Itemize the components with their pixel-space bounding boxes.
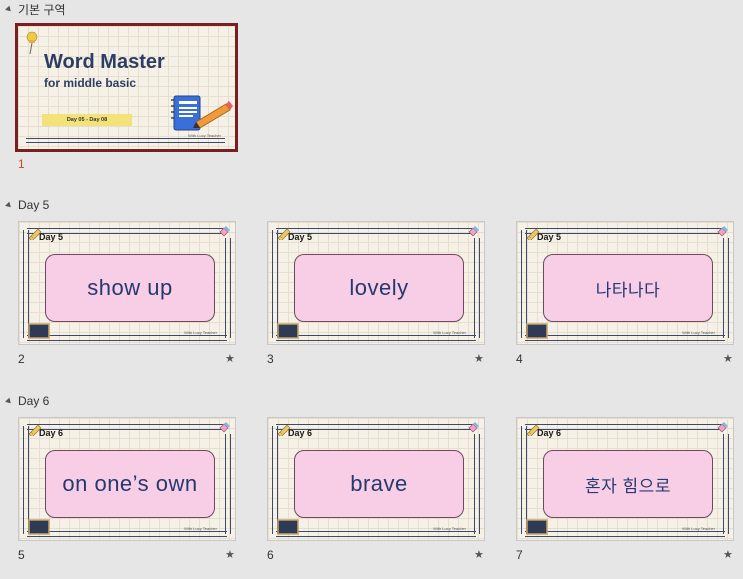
section-header-day5[interactable]: Day 5 <box>5 197 50 213</box>
day-label: Day 5 <box>537 232 562 242</box>
frame-border <box>521 426 527 534</box>
slide-thumbnail-2[interactable]: Day 5 show up With Lucy Teacher <box>18 221 236 345</box>
credit-text: With Lucy Teacher <box>682 526 715 531</box>
eraser-icon <box>468 226 479 237</box>
frame-border <box>474 238 480 338</box>
word-card: brave <box>294 450 464 518</box>
frame-border <box>23 426 29 534</box>
word-card: on one’s own <box>45 450 215 518</box>
credit-text: With Lucy Teacher <box>184 526 217 531</box>
notebook-pencil-icon <box>171 95 233 131</box>
section-title: Day 6 <box>18 394 50 408</box>
frame-border <box>525 335 725 341</box>
credit-text: With Lucy Teacher <box>184 330 217 335</box>
credit-text: With Lucy Teacher <box>682 330 715 335</box>
frame-border <box>276 335 476 341</box>
transition-star-icon[interactable]: ★ <box>723 352 733 365</box>
section-title: Day 5 <box>18 198 50 212</box>
eraser-icon <box>219 226 230 237</box>
section-header-day6[interactable]: Day 6 <box>5 393 50 409</box>
word-card: lovely <box>294 254 464 322</box>
frame-border <box>723 238 729 338</box>
date-range-label: Day 05 - Day 08 <box>42 114 132 126</box>
frame-border <box>525 531 725 537</box>
transition-star-icon[interactable]: ★ <box>723 548 733 561</box>
subtitle-text: for middle basic <box>44 76 137 90</box>
chalkboard-icon <box>277 323 299 339</box>
collapse-triangle-icon[interactable] <box>5 397 13 405</box>
slide-number: 6 <box>267 548 274 562</box>
section-title: 기본 구역 <box>18 2 66 17</box>
frame-border <box>27 531 227 537</box>
eraser-icon <box>219 422 230 433</box>
chalkboard-icon <box>277 519 299 535</box>
credit-text: With Lucy Teacher <box>433 526 466 531</box>
slide-thumbnail-3[interactable]: Day 5 lovely With Lucy Teacher <box>267 221 485 345</box>
slide-thumbnail-1[interactable]: Word Master for middle basic Day 05 - Da… <box>15 23 238 152</box>
day-label: Day 6 <box>537 428 562 438</box>
transition-star-icon[interactable]: ★ <box>225 548 235 561</box>
slide-number: 7 <box>516 548 523 562</box>
word-card: show up <box>45 254 215 322</box>
eraser-icon <box>717 422 728 433</box>
chalkboard-icon <box>526 519 548 535</box>
credit-text: With Lucy Teacher <box>433 330 466 335</box>
frame-border <box>225 434 231 534</box>
transition-star-icon[interactable]: ★ <box>474 352 484 365</box>
collapse-triangle-icon[interactable] <box>5 5 13 13</box>
collapse-triangle-icon[interactable] <box>5 201 13 209</box>
frame-border <box>23 230 29 338</box>
chalkboard-icon <box>526 323 548 339</box>
frame-border <box>272 426 278 534</box>
frame-border <box>272 230 278 338</box>
slide-number: 4 <box>516 352 523 366</box>
slide-number: 3 <box>267 352 274 366</box>
pushpin-icon <box>26 31 38 55</box>
frame-border <box>474 434 480 534</box>
transition-star-icon[interactable]: ★ <box>225 352 235 365</box>
frame-border <box>723 434 729 534</box>
slide-number: 1 <box>18 157 25 171</box>
frame-border <box>521 230 527 338</box>
chalkboard-icon <box>28 519 50 535</box>
slide-thumbnail-6[interactable]: Day 6 brave With Lucy Teacher <box>267 417 485 541</box>
eraser-icon <box>717 226 728 237</box>
day-label: Day 5 <box>288 232 313 242</box>
word-card: 혼자 힘으로 <box>543 450 713 518</box>
title-text: Word Master <box>44 51 165 73</box>
divider-line <box>26 138 225 143</box>
slide-number: 2 <box>18 352 25 366</box>
frame-border <box>225 238 231 338</box>
day-label: Day 6 <box>39 428 64 438</box>
frame-border <box>27 335 227 341</box>
word-card: 나타나다 <box>543 254 713 322</box>
slide-number: 5 <box>18 548 25 562</box>
chalkboard-icon <box>28 323 50 339</box>
transition-star-icon[interactable]: ★ <box>474 548 484 561</box>
day-label: Day 5 <box>39 232 64 242</box>
frame-border <box>276 531 476 537</box>
day-label: Day 6 <box>288 428 313 438</box>
eraser-icon <box>468 422 479 433</box>
slide-thumbnail-5[interactable]: Day 6 on one’s own With Lucy Teacher <box>18 417 236 541</box>
slide-thumbnail-7[interactable]: Day 6 혼자 힘으로 With Lucy Teacher <box>516 417 734 541</box>
slide-thumbnail-4[interactable]: Day 5 나타나다 With Lucy Teacher <box>516 221 734 345</box>
section-header-default[interactable]: 기본 구역 <box>5 1 66 17</box>
